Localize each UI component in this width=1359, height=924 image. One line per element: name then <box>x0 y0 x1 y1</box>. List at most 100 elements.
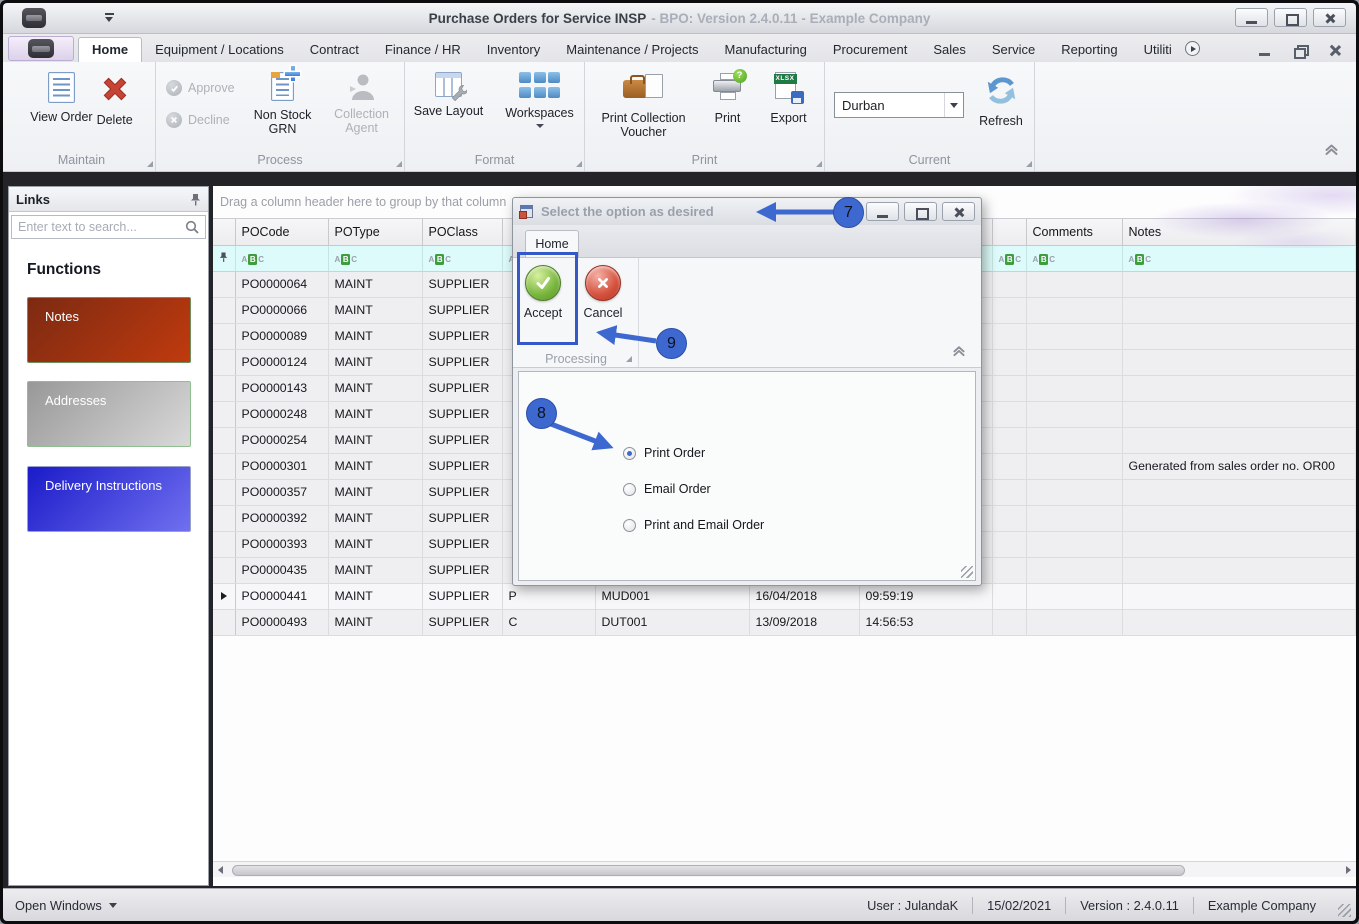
minimize-button[interactable] <box>1235 8 1268 27</box>
cancel-button[interactable]: Cancel <box>577 261 629 320</box>
filter-cell[interactable]: ABC <box>1122 245 1356 272</box>
print-button[interactable]: ? Print <box>701 66 755 125</box>
cell[interactable]: PO0000248 <box>235 401 329 428</box>
cell[interactable]: PO0000066 <box>235 297 329 324</box>
ribbon-collapse-icon[interactable] <box>1323 142 1340 161</box>
resize-grip-icon[interactable] <box>961 566 973 578</box>
cell[interactable]: MAINT <box>328 453 423 480</box>
cell[interactable]: SUPPLIER <box>422 323 503 350</box>
cell[interactable]: MAINT <box>328 375 423 402</box>
cell[interactable] <box>1026 297 1123 324</box>
cell[interactable] <box>1122 323 1356 350</box>
cell[interactable] <box>1122 297 1356 324</box>
text-filter-icon[interactable]: ABC <box>999 254 1021 265</box>
tab-reporting[interactable]: Reporting <box>1048 38 1130 62</box>
filter-cell[interactable]: ABC <box>328 245 423 272</box>
cell[interactable]: SUPPLIER <box>422 297 503 324</box>
cell[interactable]: PO0000301 <box>235 453 329 480</box>
cell[interactable]: MAINT <box>328 297 423 324</box>
scrollbar-thumb[interactable] <box>232 864 1185 876</box>
cell[interactable] <box>992 609 1027 636</box>
cell[interactable]: MAINT <box>328 349 423 376</box>
cell[interactable]: MAINT <box>328 505 423 532</box>
cell[interactable] <box>1026 479 1123 506</box>
approve-button[interactable]: Approve <box>166 80 235 96</box>
cell[interactable] <box>992 583 1027 610</box>
text-filter-icon[interactable]: ABC <box>335 254 357 265</box>
radio-button-icon[interactable] <box>623 518 636 532</box>
filter-cell[interactable]: ABC <box>992 245 1027 272</box>
cell[interactable]: DUT001 <box>595 609 750 636</box>
cell[interactable] <box>1026 375 1123 402</box>
cell[interactable]: 14:56:53 <box>859 609 993 636</box>
view-order-button[interactable]: View Order <box>30 66 93 124</box>
tab-utiliti[interactable]: Utiliti <box>1131 38 1185 62</box>
cell[interactable] <box>992 323 1027 350</box>
tab-service[interactable]: Service <box>979 38 1048 62</box>
cell[interactable]: MUD001 <box>595 583 750 610</box>
cell[interactable] <box>1122 401 1356 428</box>
scroll-left-icon[interactable] <box>213 862 229 878</box>
combobox-dropdown-icon[interactable] <box>944 93 963 117</box>
function-button-notes[interactable]: Notes <box>27 297 191 363</box>
cell[interactable]: SUPPLIER <box>422 401 503 428</box>
tab-equipment-locations[interactable]: Equipment / Locations <box>142 38 297 62</box>
cell[interactable] <box>992 271 1027 298</box>
radio-button-icon[interactable] <box>623 482 636 496</box>
mdi-close-icon[interactable] <box>1329 45 1342 56</box>
cell[interactable]: SUPPLIER <box>422 271 503 298</box>
dialog-launcher-icon[interactable] <box>816 161 822 167</box>
cell[interactable] <box>1026 427 1123 454</box>
filter-pin-icon[interactable] <box>219 251 228 263</box>
column-header-notes[interactable]: Notes <box>1122 219 1356 246</box>
text-filter-icon[interactable]: ABC <box>1129 254 1151 265</box>
column-header-potype[interactable]: POType <box>328 219 423 246</box>
cell[interactable]: PO0000064 <box>235 271 329 298</box>
dialog-launcher-icon[interactable] <box>396 161 402 167</box>
cell[interactable] <box>992 401 1027 428</box>
cell[interactable] <box>1026 531 1123 558</box>
maximize-button[interactable] <box>1274 8 1307 27</box>
refresh-button[interactable]: Refresh <box>971 68 1031 128</box>
cell[interactable]: C <box>502 609 596 636</box>
quick-access-dropdown-icon[interactable] <box>104 13 116 23</box>
non-stock-grn-button[interactable]: Non Stock GRN <box>247 66 319 136</box>
tab-sales[interactable]: Sales <box>920 38 979 62</box>
tab-home[interactable]: Home <box>78 37 143 62</box>
mdi-restore-icon[interactable] <box>1294 45 1309 59</box>
dialog-maximize-button[interactable] <box>904 202 937 221</box>
open-windows-button[interactable]: Open Windows <box>15 898 117 913</box>
cell[interactable] <box>1122 479 1356 506</box>
cell[interactable]: MAINT <box>328 609 423 636</box>
tab-procurement[interactable]: Procurement <box>820 38 920 62</box>
horizontal-scrollbar[interactable] <box>213 861 1356 877</box>
cell[interactable] <box>992 375 1027 402</box>
cell[interactable]: MAINT <box>328 479 423 506</box>
table-row[interactable]: PO0000493 MAINT SUPPLIER C DUT001 13/09/2018 1… <box>213 609 1356 636</box>
column-header-pocode[interactable]: POCode <box>235 219 329 246</box>
cell[interactable] <box>992 557 1027 584</box>
cell[interactable]: MAINT <box>328 583 423 610</box>
cell[interactable]: PO0000393 <box>235 531 329 558</box>
cell[interactable]: MAINT <box>328 427 423 454</box>
cell[interactable] <box>1026 505 1123 532</box>
print-collection-voucher-button[interactable]: Print Collection Voucher <box>591 66 697 139</box>
cell[interactable]: Generated from sales order no. OR00 <box>1122 453 1356 480</box>
cell[interactable]: SUPPLIER <box>422 479 503 506</box>
dialog-tab-home[interactable]: Home <box>525 230 579 257</box>
tab-contract[interactable]: Contract <box>297 38 372 62</box>
radio-option-print-and-email-order[interactable]: Print and Email Order <box>623 518 764 532</box>
export-button[interactable]: XLSX Export <box>759 66 819 125</box>
cell[interactable] <box>1122 349 1356 376</box>
save-layout-button[interactable]: Save Layout <box>406 66 492 118</box>
cell[interactable] <box>992 349 1027 376</box>
search-icon[interactable] <box>185 220 200 235</box>
cell[interactable]: PO0000392 <box>235 505 329 532</box>
cell[interactable]: 13/09/2018 <box>749 609 860 636</box>
cell[interactable] <box>1122 557 1356 584</box>
text-filter-icon[interactable]: ABC <box>242 254 264 265</box>
function-button-addresses[interactable]: Addresses <box>27 381 191 447</box>
function-button-delivery-instructions[interactable]: Delivery Instructions <box>27 466 191 532</box>
workspaces-button[interactable]: Workspaces <box>496 66 584 128</box>
tab-finance-hr[interactable]: Finance / HR <box>372 38 474 62</box>
